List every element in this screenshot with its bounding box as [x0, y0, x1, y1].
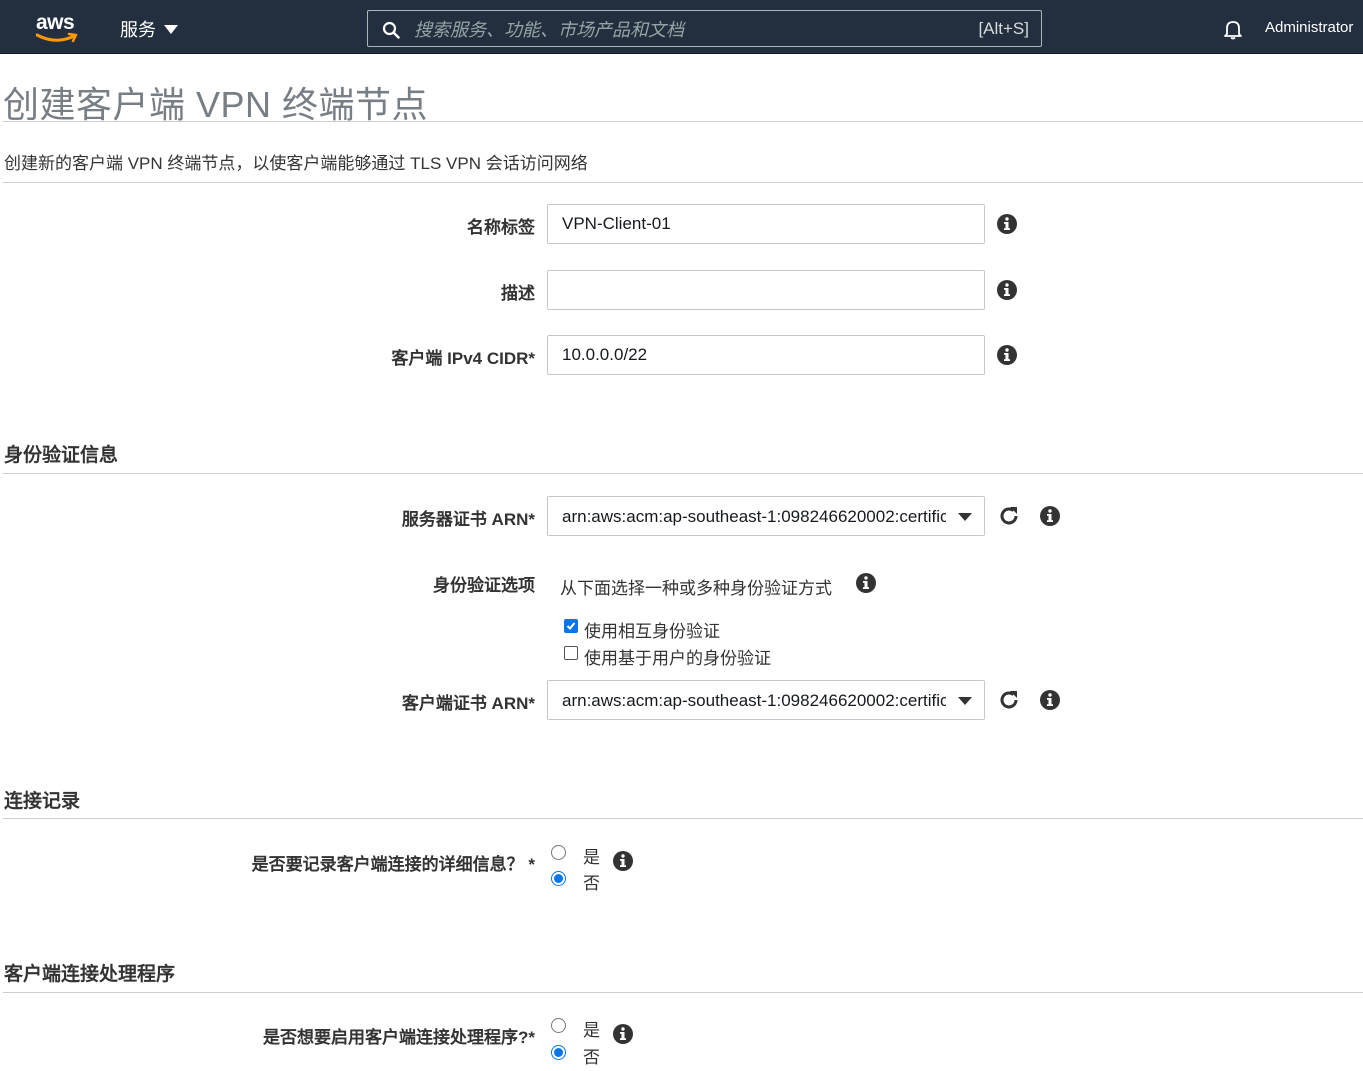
divider	[3, 182, 1363, 183]
caret-down-icon	[958, 697, 972, 705]
description-input[interactable]	[548, 271, 984, 309]
caret-down-icon	[164, 24, 178, 34]
search-input[interactable]	[412, 15, 956, 45]
client-cert-label: 客户端证书 ARN*	[401, 694, 535, 713]
logging-no-label[interactable]: 否	[583, 869, 600, 894]
divider	[3, 473, 1363, 474]
cidr-field[interactable]	[547, 335, 985, 375]
services-menu-button[interactable]: 服务	[120, 16, 178, 42]
handler-yes-label[interactable]: 是	[583, 1016, 600, 1041]
checkmark-icon	[566, 622, 576, 630]
logging-yes-radio[interactable]	[551, 845, 566, 860]
handler-no-radio[interactable]	[551, 1045, 566, 1060]
cidr-input[interactable]	[548, 336, 984, 374]
page-description: 创建新的客户端 VPN 终端节点，以使客户端能够通过 TLS VPN 会话访问网…	[4, 154, 588, 173]
client-cert-select[interactable]: arn:aws:acm:ap-southeast-1:098246620002:…	[547, 680, 985, 720]
info-icon[interactable]	[997, 280, 1017, 300]
description-field[interactable]	[547, 270, 985, 310]
user-based-auth-checkbox[interactable]	[564, 646, 578, 660]
logging-question: 是否要记录客户端连接的详细信息？ *	[251, 855, 535, 874]
search-shortcut-hint: [Alt+S]	[978, 19, 1029, 38]
caret-down-icon	[958, 513, 972, 521]
global-search[interactable]: [Alt+S]	[367, 10, 1042, 47]
info-icon[interactable]	[856, 573, 876, 593]
handler-section-title: 客户端连接处理程序	[4, 964, 176, 985]
server-cert-value: arn:aws:acm:ap-southeast-1:098246620002:…	[562, 507, 946, 526]
divider	[3, 818, 1363, 819]
info-icon[interactable]	[997, 345, 1017, 365]
name-tag-label: 名称标签	[467, 218, 535, 237]
handler-no-label[interactable]: 否	[583, 1043, 600, 1068]
account-menu-button[interactable]: Administrator	[1265, 19, 1353, 36]
info-icon[interactable]	[613, 1024, 633, 1044]
services-label: 服务	[120, 20, 156, 40]
user-based-auth-label[interactable]: 使用基于用户的身份验证	[584, 644, 771, 669]
description-label: 描述	[501, 284, 535, 303]
search-icon	[382, 21, 400, 39]
name-tag-field[interactable]	[547, 204, 985, 244]
refresh-icon[interactable]	[997, 688, 1021, 712]
server-cert-label: 服务器证书 ARN*	[401, 510, 535, 529]
info-icon[interactable]	[997, 214, 1017, 234]
logging-yes-label[interactable]: 是	[583, 843, 600, 868]
auth-section-title: 身份验证信息	[4, 445, 119, 466]
server-cert-select[interactable]: arn:aws:acm:ap-southeast-1:098246620002:…	[547, 496, 985, 536]
auth-options-hint: 从下面选择一种或多种身份验证方式	[560, 579, 832, 598]
refresh-icon[interactable]	[997, 504, 1021, 528]
handler-question: 是否想要启用客户端连接处理程序?*	[263, 1028, 535, 1047]
mutual-auth-checkbox[interactable]	[564, 619, 578, 633]
name-tag-input[interactable]	[548, 205, 984, 243]
divider	[3, 121, 1363, 122]
bell-icon[interactable]	[1222, 18, 1244, 40]
cidr-label: 客户端 IPv4 CIDR*	[391, 349, 535, 368]
client-cert-value: arn:aws:acm:ap-southeast-1:098246620002:…	[562, 691, 946, 710]
logging-no-radio[interactable]	[551, 871, 566, 886]
info-icon[interactable]	[613, 851, 633, 871]
info-icon[interactable]	[1040, 690, 1060, 710]
logging-section-title: 连接记录	[4, 791, 81, 812]
aws-logo[interactable]: aws	[36, 12, 80, 44]
top-navigation-bar: aws 服务 [Alt+S] Administrator	[0, 0, 1363, 54]
divider	[3, 992, 1363, 993]
handler-yes-radio[interactable]	[551, 1018, 566, 1033]
auth-options-label: 身份验证选项	[433, 576, 535, 595]
aws-smile-icon	[36, 32, 78, 43]
info-icon[interactable]	[1040, 506, 1060, 526]
mutual-auth-label[interactable]: 使用相互身份验证	[584, 617, 720, 642]
